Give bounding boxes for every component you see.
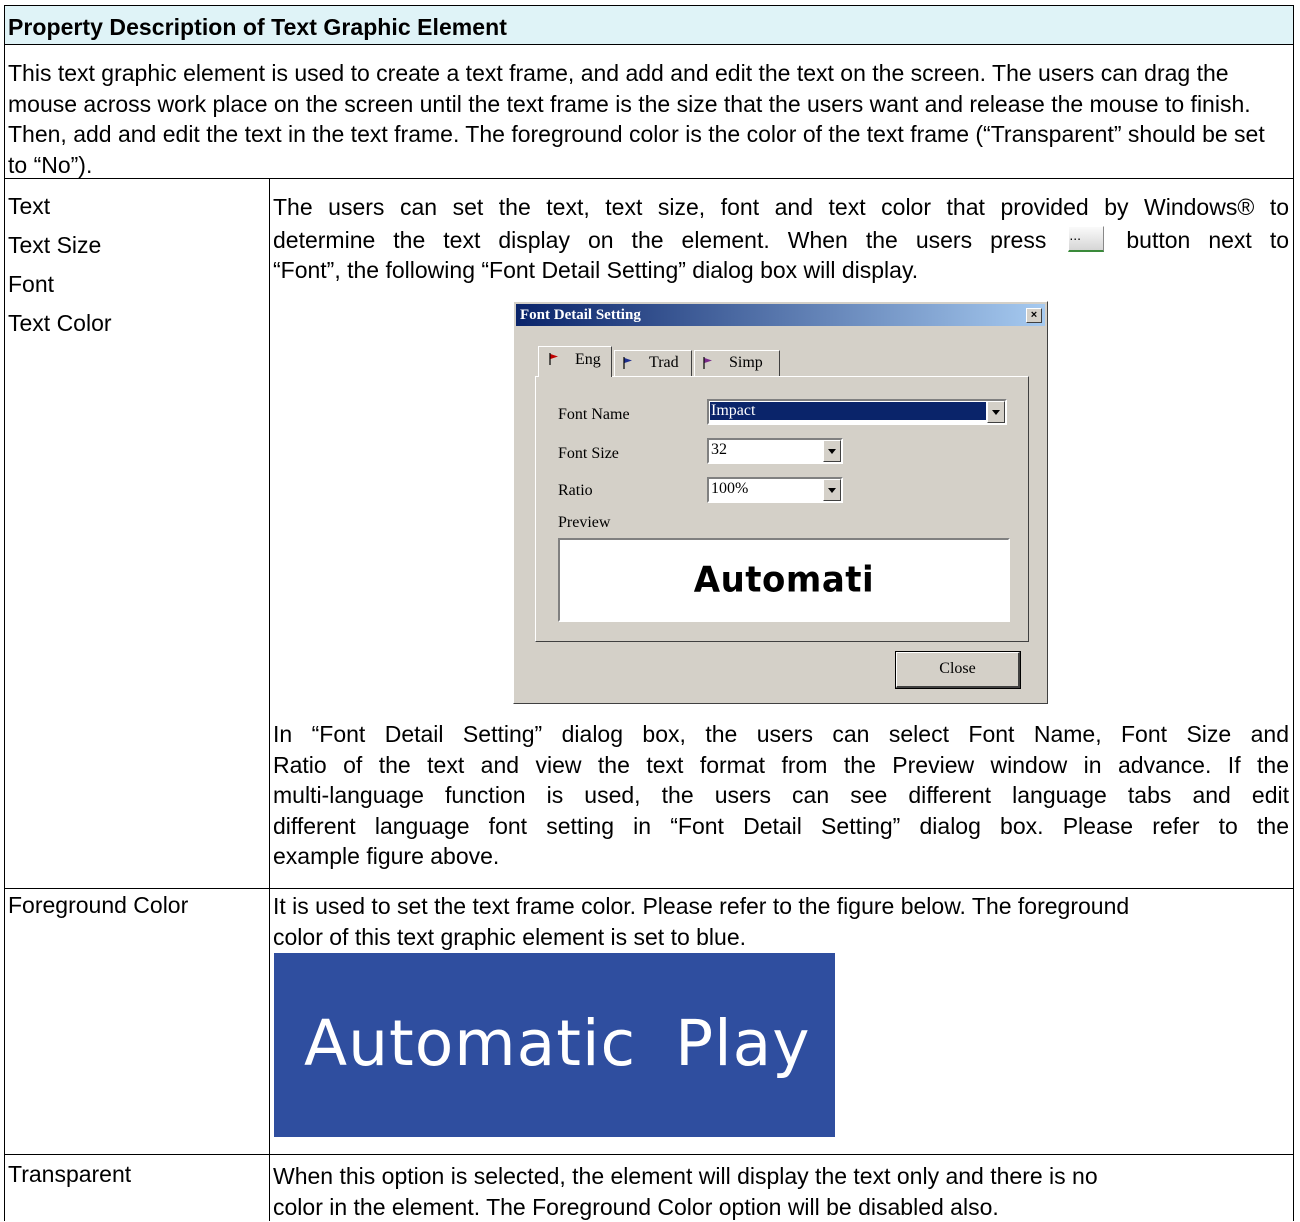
preview-label: Preview <box>558 514 610 532</box>
prop-text: Text <box>8 193 50 220</box>
text-row-description: The users can set the text, text size, f… <box>273 192 1289 286</box>
chevron-down-icon[interactable] <box>823 440 841 462</box>
tab-eng[interactable]: Eng <box>538 346 612 377</box>
table-title: Property Description of Text Graphic Ele… <box>8 14 507 41</box>
desc-line: When this option is selected, the elemen… <box>273 1161 1289 1192</box>
tab-label: Trad <box>649 354 679 372</box>
tab-label: Simp <box>729 354 763 372</box>
desc-line: color of this text graphic element is se… <box>273 922 1289 953</box>
font-detail-setting-dialog: Font Detail Setting × Eng Trad Simp Font… <box>513 301 1048 704</box>
foreground-sample: Automatic Play <box>274 953 835 1137</box>
font-size-select[interactable]: 32 <box>707 438 843 464</box>
font-name-value: Impact <box>710 402 986 420</box>
close-icon[interactable]: × <box>1026 308 1042 323</box>
column-divider <box>269 1155 270 1221</box>
prop-transparent: Transparent <box>8 1161 131 1188</box>
close-button[interactable]: Close <box>896 652 1020 688</box>
prop-font: Font <box>8 271 54 298</box>
font-size-label: Font Size <box>558 445 619 463</box>
desc-line: color in the element. The Foreground Col… <box>273 1192 1289 1222</box>
ratio-label: Ratio <box>558 482 593 500</box>
intro-text: This text graphic element is used to cre… <box>8 58 1289 180</box>
desc-line: different language font setting in “Font… <box>273 811 1289 842</box>
sample-text: Automatic Play <box>304 1007 811 1080</box>
desc-line: multi-language function is used, the use… <box>273 780 1289 811</box>
ellipsis-glyph: ... <box>1069 228 1103 242</box>
column-divider <box>269 889 270 1154</box>
ratio-value: 100% <box>711 480 748 498</box>
dialog-title-bar[interactable]: Font Detail Setting × <box>516 304 1045 326</box>
font-size-value: 32 <box>711 441 727 459</box>
desc-line: “Font”, the following “Font Detail Setti… <box>273 255 1289 286</box>
table-row-transparent: Transparent When this option is selected… <box>4 1155 1294 1221</box>
font-name-label: Font Name <box>558 406 630 424</box>
desc-fragment: button next to <box>1126 227 1289 253</box>
text-row-description-after: In “Font Detail Setting” dialog box, the… <box>273 719 1289 872</box>
preview-text: Automati <box>560 559 1008 601</box>
transparent-description: When this option is selected, the elemen… <box>273 1161 1289 1222</box>
property-table: Property Description of Text Graphic Ele… <box>4 5 1294 1220</box>
foreground-description: It is used to set the text frame color. … <box>273 891 1289 952</box>
desc-line: It is used to set the text frame color. … <box>273 891 1289 922</box>
chevron-down-icon[interactable] <box>987 401 1005 423</box>
preview-box: Automati <box>558 538 1010 622</box>
font-name-select[interactable]: Impact <box>707 399 1007 425</box>
chevron-down-icon[interactable] <box>823 479 841 501</box>
tab-trad[interactable]: Trad <box>614 350 692 376</box>
ellipsis-button[interactable]: ... <box>1068 226 1104 252</box>
desc-line: example figure above. <box>273 841 1289 872</box>
table-header: Property Description of Text Graphic Ele… <box>4 5 1294 45</box>
prop-text-size: Text Size <box>8 232 101 259</box>
intro-row: This text graphic element is used to cre… <box>4 45 1294 179</box>
dialog-title: Font Detail Setting <box>520 307 641 324</box>
flag-icon <box>703 357 713 369</box>
desc-fragment: determine the text display on the elemen… <box>273 227 1046 253</box>
desc-line: In “Font Detail Setting” dialog box, the… <box>273 719 1289 750</box>
desc-line: Ratio of the text and view the text form… <box>273 750 1289 781</box>
column-divider <box>269 179 270 888</box>
prop-foreground-color: Foreground Color <box>8 892 188 919</box>
ratio-select[interactable]: 100% <box>707 477 843 503</box>
prop-text-color: Text Color <box>8 310 112 337</box>
tab-label: Eng <box>575 351 601 369</box>
flag-icon <box>623 357 633 369</box>
flag-icon <box>549 353 559 365</box>
tab-simp[interactable]: Simp <box>694 350 780 376</box>
desc-line: determine the text display on the elemen… <box>273 225 1289 255</box>
